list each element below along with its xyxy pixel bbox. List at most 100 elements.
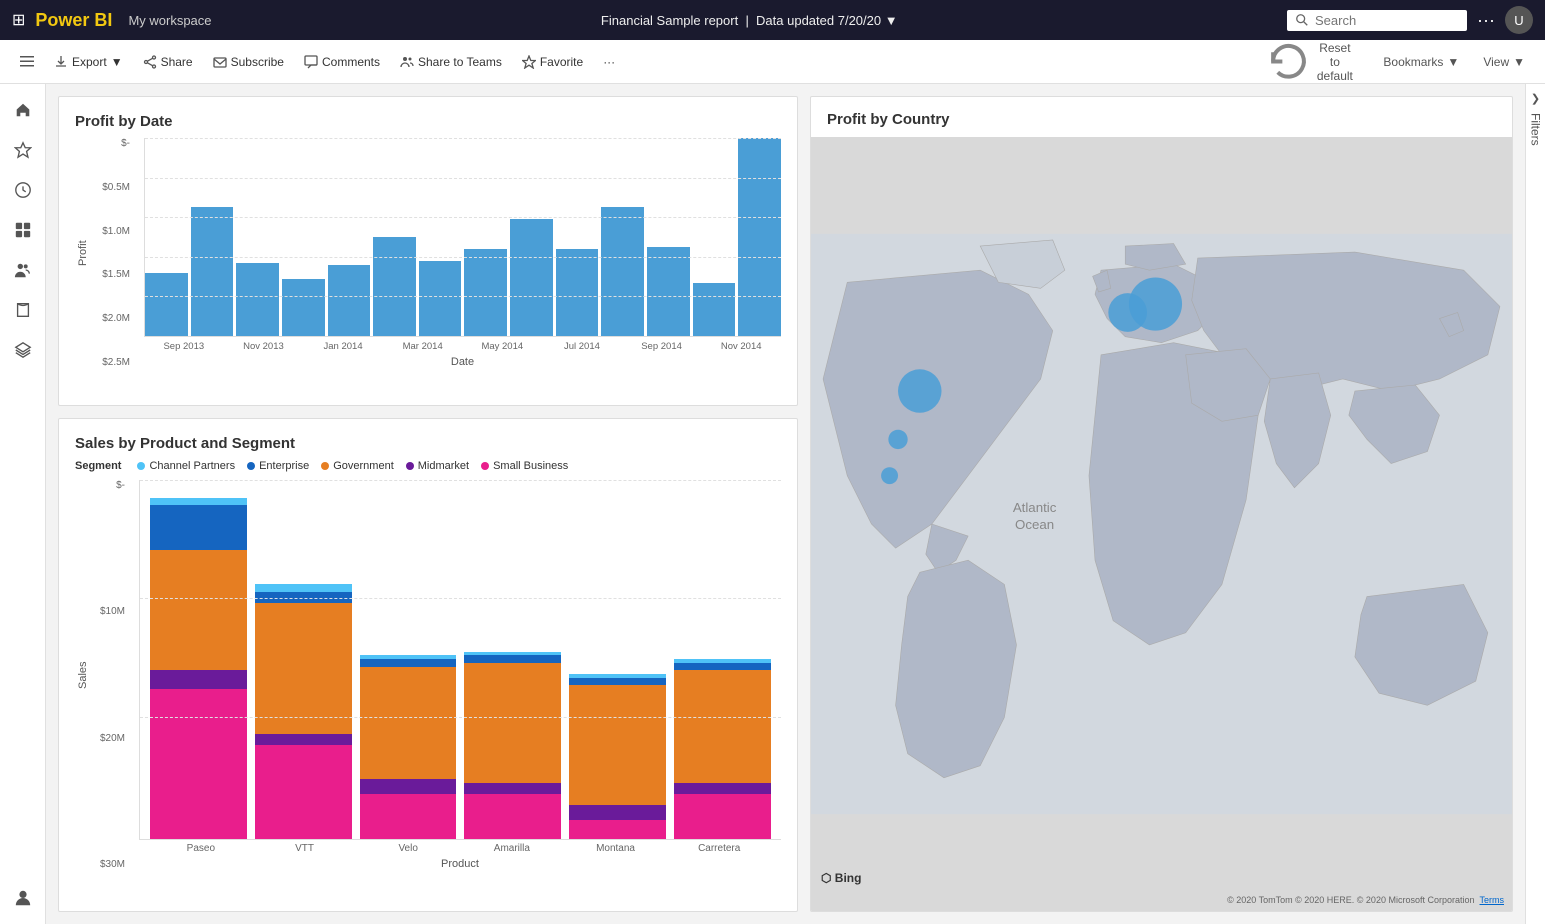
sidebar-item-favorites[interactable] (5, 132, 41, 168)
grid-icon (14, 221, 32, 239)
charts-left-column: Profit by Date Profit $2.5M$2.0M$1.5M$1.… (58, 96, 798, 912)
legend-dot (321, 462, 329, 470)
stacked-bar-segment (464, 783, 561, 794)
legend-label: Channel Partners (149, 460, 235, 472)
legend-label: Midmarket (418, 460, 469, 472)
hamburger-icon (20, 55, 34, 69)
sidebar-item-profile[interactable] (5, 880, 41, 916)
profit-x-axis-title: Date (144, 356, 781, 368)
profit-y-label: $2.0M (89, 313, 136, 324)
profit-y-label: $0.5M (89, 182, 136, 193)
star-icon (522, 55, 536, 69)
sidebar-item-workspaces[interactable] (5, 332, 41, 368)
filters-chevron[interactable]: ❯ (1531, 92, 1540, 105)
search-input[interactable] (1315, 13, 1445, 28)
share-teams-button[interactable]: Share to Teams (392, 51, 510, 73)
profit-y-label: $1.5M (89, 269, 136, 280)
profit-by-date-card: Profit by Date Profit $2.5M$2.0M$1.5M$1.… (58, 96, 798, 406)
bing-logo: ⬡ Bing (821, 870, 861, 889)
reset-button[interactable]: Reset to default (1259, 36, 1363, 87)
sidebar-item-home[interactable] (5, 92, 41, 128)
stacked-bar-group[interactable] (255, 480, 352, 839)
sidebar-item-recent[interactable] (5, 172, 41, 208)
filters-panel[interactable]: ❯ Filters (1525, 84, 1545, 924)
stacked-bar-group[interactable] (150, 480, 247, 839)
comments-button[interactable]: Comments (296, 51, 388, 73)
profit-x-labels: Sep 2013Nov 2013Jan 2014Mar 2014May 2014… (144, 341, 781, 352)
sidebar-item-apps[interactable] (5, 212, 41, 248)
profit-bar[interactable] (373, 237, 416, 336)
profit-bar[interactable] (282, 279, 325, 336)
sales-x-label: Paseo (149, 843, 253, 854)
stacked-bar-group[interactable] (569, 480, 666, 839)
workspace-label[interactable]: My workspace (128, 13, 211, 28)
share-button[interactable]: Share (135, 51, 201, 73)
profit-bar[interactable] (738, 138, 781, 336)
toolbar-right: Reset to default Bookmarks ▼ View ▼ (1259, 36, 1533, 87)
svg-text:⬡ Bing: ⬡ Bing (821, 871, 861, 885)
profit-bar[interactable] (236, 263, 279, 336)
profit-bar[interactable] (647, 247, 690, 336)
stacked-bar-group[interactable] (464, 480, 561, 839)
star-sidebar-icon (14, 141, 32, 159)
stacked-bar-group[interactable] (360, 480, 457, 839)
stacked-bar-segment (150, 505, 247, 550)
legend-item[interactable]: Midmarket (406, 460, 469, 472)
sidebar-item-learn[interactable] (5, 292, 41, 328)
sidebar-item-shared[interactable] (5, 252, 41, 288)
map-copyright: © 2020 TomTom © 2020 HERE. © 2020 Micros… (1227, 895, 1504, 905)
sales-y-label: $20M (89, 733, 131, 744)
stacked-bar-segment (674, 794, 771, 839)
stacked-bar-segment (255, 745, 352, 839)
profit-x-label: Nov 2014 (701, 341, 781, 352)
map-title: Profit by Country (811, 97, 1512, 136)
view-button[interactable]: View ▼ (1475, 51, 1533, 73)
profit-x-label: Nov 2013 (224, 341, 304, 352)
profit-bar[interactable] (510, 219, 553, 336)
subscribe-button[interactable]: Subscribe (205, 51, 292, 73)
search-box[interactable] (1287, 10, 1467, 31)
profit-y-label: $- (89, 138, 136, 149)
legend-item[interactable]: Small Business (481, 460, 568, 472)
favorite-button[interactable]: Favorite (514, 51, 591, 73)
bookmarks-button[interactable]: Bookmarks ▼ (1371, 51, 1467, 73)
sales-chart-title: Sales by Product and Segment (75, 435, 781, 452)
map-container: Atlantic Ocean ⬡ Bing (811, 137, 1512, 911)
reset-icon (1267, 40, 1310, 83)
main-layout: Profit by Date Profit $2.5M$2.0M$1.5M$1.… (0, 84, 1545, 924)
comments-icon (304, 55, 318, 69)
stacked-bar-segment (464, 794, 561, 839)
profit-bar[interactable] (419, 261, 462, 336)
profit-bar[interactable] (145, 273, 188, 336)
profit-bar[interactable] (191, 207, 234, 336)
share-icon (143, 55, 157, 69)
export-button[interactable]: Export ▼ (46, 51, 131, 73)
stacked-bar-segment (150, 498, 247, 505)
terms-link[interactable]: Terms (1480, 895, 1505, 905)
stacked-bar-group[interactable] (674, 480, 771, 839)
export-icon (54, 55, 68, 69)
data-updated-chevron[interactable]: ▼ (885, 13, 898, 28)
profit-bar[interactable] (601, 207, 644, 336)
legend-item[interactable]: Channel Partners (137, 460, 235, 472)
legend-item[interactable]: Enterprise (247, 460, 309, 472)
world-map-svg: Atlantic Ocean (811, 137, 1512, 911)
legend-item[interactable]: Government (321, 460, 394, 472)
legend-label: Small Business (493, 460, 568, 472)
book-icon (14, 301, 32, 319)
waffle-icon[interactable]: ⊞ (12, 10, 25, 30)
stacked-bar-segment (464, 655, 561, 662)
more-toolbar-icon[interactable]: ··· (595, 51, 623, 73)
profit-bar[interactable] (328, 265, 371, 336)
profit-bar[interactable] (556, 249, 599, 336)
profit-y-label: $2.5M (89, 357, 136, 368)
profit-bar[interactable] (464, 249, 507, 336)
more-options-icon[interactable]: ··· (1477, 10, 1495, 31)
profit-bar[interactable] (693, 283, 736, 336)
profit-x-label: Sep 2013 (144, 341, 224, 352)
people-icon (14, 261, 32, 279)
profit-x-label: Jan 2014 (303, 341, 383, 352)
avatar[interactable]: U (1505, 6, 1533, 34)
sales-x-label: Amarilla (460, 843, 564, 854)
menu-toggle-button[interactable] (12, 51, 42, 73)
